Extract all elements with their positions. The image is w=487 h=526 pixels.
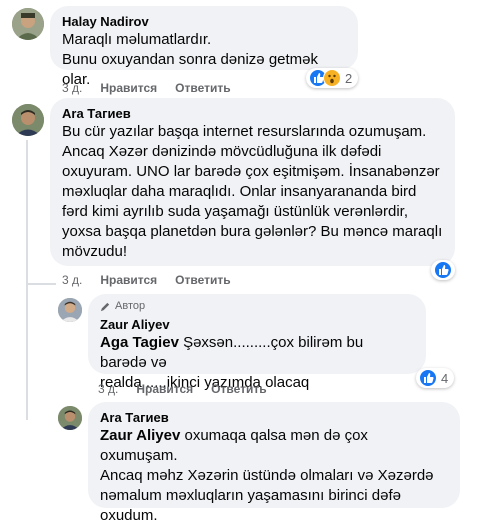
- reply-button[interactable]: Ответить: [175, 272, 230, 288]
- mention-link[interactable]: Zaur Aliyev: [100, 427, 180, 444]
- avatar[interactable]: [58, 406, 82, 430]
- reaction-count: 4: [441, 370, 449, 386]
- avatar-image: [58, 406, 82, 430]
- comment-meta: 3 д. Нравится Ответить: [98, 381, 267, 397]
- like-button[interactable]: Нравится: [100, 80, 157, 96]
- comment-author[interactable]: Ara Тагиев: [62, 105, 443, 122]
- author-badge-label: Автор: [115, 300, 146, 312]
- reactions-summary[interactable]: 2: [306, 68, 359, 88]
- comment-time[interactable]: 3 д.: [98, 381, 118, 397]
- comment-bubble: Ara Тагиев Zaur Aliyev oxumaqa qalsa mən…: [88, 402, 460, 524]
- like-button[interactable]: Нравится: [100, 272, 157, 288]
- avatar-image: [12, 104, 44, 136]
- comment-text: Bu cür yazılar başqa internet resursları…: [62, 123, 443, 260]
- reply-button[interactable]: Ответить: [175, 80, 230, 96]
- comment-author[interactable]: Halay Nadirov: [62, 13, 346, 30]
- like-reaction-icon: [434, 261, 452, 279]
- author-badge: Автор: [100, 299, 414, 313]
- reactions-summary[interactable]: [431, 260, 455, 280]
- reply-button[interactable]: Ответить: [211, 381, 266, 397]
- comment-author[interactable]: Ara Тагиев: [100, 409, 448, 426]
- comment-meta: 3 д. Нравится Ответить: [62, 80, 231, 96]
- comment-time[interactable]: 3 д.: [62, 272, 82, 288]
- reactions-summary[interactable]: 4: [416, 368, 455, 388]
- like-reaction-icon: [419, 369, 437, 387]
- avatar-image: [58, 298, 82, 322]
- thread-line-branch: [26, 283, 56, 285]
- avatar-image: [12, 8, 44, 40]
- comment-bubble: Автор Zaur Aliyev Aga Tagiev Şəxsən.....…: [88, 294, 426, 391]
- reaction-count: 2: [345, 70, 353, 86]
- pencil-icon: [100, 302, 110, 311]
- thread-line: [26, 140, 28, 420]
- comment-bubble: Ara Тагиев Bu cür yazılar başqa internet…: [50, 98, 455, 266]
- wow-reaction-icon: [323, 69, 341, 87]
- avatar[interactable]: [12, 8, 44, 40]
- comment-bubble: Halay Nadirov Maraqlı məlumatlardır. Bun…: [50, 6, 358, 88]
- avatar[interactable]: [58, 298, 82, 322]
- mention-link[interactable]: Aga Tagiev: [100, 334, 179, 351]
- avatar[interactable]: [12, 104, 44, 136]
- comment-time[interactable]: 3 д.: [62, 80, 82, 96]
- comment-author[interactable]: Zaur Aliyev: [100, 316, 414, 333]
- comment-text: Zaur Aliyev oxumaqa qalsa mən də çox oxu…: [100, 426, 448, 526]
- comment-meta: 3 д. Нравится Ответить: [62, 272, 231, 288]
- like-button[interactable]: Нравится: [136, 381, 193, 397]
